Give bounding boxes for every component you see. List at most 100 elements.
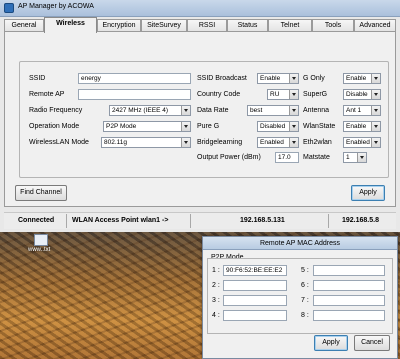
radio-frequency-label: Radio Frequency bbox=[29, 107, 83, 114]
desktop-file-label: www..txt bbox=[28, 247, 51, 253]
tab-bar: General Wireless Encryption SiteSurvey R… bbox=[4, 17, 400, 33]
superg-select[interactable]: Disable bbox=[343, 89, 381, 100]
output-power-label: Output Power (dBm) bbox=[197, 154, 261, 161]
antenna-value: Ant 1 bbox=[346, 107, 362, 114]
chevron-down-icon bbox=[289, 90, 298, 99]
superg-value: Disable bbox=[346, 91, 368, 98]
country-code-value: RU bbox=[270, 91, 280, 98]
dialog-cancel-button[interactable]: Cancel bbox=[354, 335, 390, 351]
mac-entry-label: 3 : bbox=[212, 297, 220, 304]
wlan-mode-value: 802.11g bbox=[104, 139, 128, 146]
dialog-apply-button[interactable]: Apply bbox=[314, 335, 348, 351]
antenna-select[interactable]: Ant 1 bbox=[343, 105, 381, 116]
status-separator bbox=[66, 214, 67, 228]
chevron-down-icon bbox=[181, 122, 190, 131]
antenna-label: Antenna bbox=[303, 107, 330, 114]
mac-entry-input[interactable] bbox=[313, 265, 385, 276]
matstate-value: 1 bbox=[346, 154, 350, 161]
g-only-label: G Only bbox=[303, 75, 325, 82]
remote-ap-input[interactable] bbox=[78, 89, 191, 100]
ssid-broadcast-label: SSID Broadcast bbox=[197, 75, 247, 82]
ssid-broadcast-select[interactable]: Enable bbox=[257, 73, 299, 84]
data-rate-label: Data Rate bbox=[197, 107, 229, 114]
chevron-down-icon bbox=[289, 138, 298, 147]
bridgelearning-label: Bridgelearning bbox=[197, 139, 243, 146]
window-title: AP Manager by ACOWA bbox=[18, 3, 94, 10]
dialog-title[interactable]: Remote AP MAC Address bbox=[203, 237, 397, 250]
ssid-label: SSID bbox=[29, 75, 46, 82]
mac-entry-input[interactable] bbox=[313, 310, 385, 321]
desktop-file-icon[interactable]: www..txt bbox=[28, 234, 58, 256]
mac-entry-input[interactable] bbox=[223, 310, 287, 321]
chevron-down-icon bbox=[371, 122, 380, 131]
operation-mode-label: Operation Mode bbox=[29, 123, 80, 130]
remote-ip-status: 192.168.5.8 bbox=[342, 217, 379, 224]
chevron-down-icon bbox=[371, 90, 380, 99]
title-bar[interactable]: AP Manager by ACOWA bbox=[0, 0, 400, 17]
mac-entry-label: 7 : bbox=[301, 297, 309, 304]
g-only-value: Enable bbox=[346, 75, 367, 82]
wlanstate-label: WlanState bbox=[303, 123, 336, 130]
pure-g-value: Disabled bbox=[260, 123, 286, 130]
data-rate-value: best bbox=[250, 107, 263, 114]
mac-entry-label: 5 : bbox=[301, 267, 309, 274]
app-icon bbox=[4, 3, 14, 13]
bridgelearning-value: Enabled bbox=[260, 139, 284, 146]
country-code-label: Country Code bbox=[197, 91, 241, 98]
mac-entry-input[interactable] bbox=[313, 280, 385, 291]
country-code-select[interactable]: RU bbox=[267, 89, 299, 100]
data-rate-select[interactable]: best bbox=[247, 105, 299, 116]
chevron-down-icon bbox=[289, 122, 298, 131]
status-separator bbox=[328, 214, 329, 228]
radio-frequency-select[interactable]: 2427 MHz (IEEE 4) bbox=[109, 105, 191, 116]
mac-entry-label: 4 : bbox=[212, 312, 220, 319]
local-ip-status: 192.168.5.131 bbox=[240, 217, 285, 224]
tab-wireless[interactable]: Wireless bbox=[44, 17, 97, 33]
chevron-down-icon bbox=[181, 106, 190, 115]
mac-entry-label: 8 : bbox=[301, 312, 309, 319]
operation-mode-select[interactable]: P2P Mode bbox=[103, 121, 191, 132]
chevron-down-icon bbox=[371, 74, 380, 83]
mac-entry-input[interactable] bbox=[223, 295, 287, 306]
g-only-select[interactable]: Enable bbox=[343, 73, 381, 84]
mac-entry-input[interactable] bbox=[223, 280, 287, 291]
find-channel-button[interactable]: Find Channel bbox=[15, 185, 67, 201]
pure-g-label: Pure G bbox=[197, 123, 220, 130]
chevron-down-icon bbox=[289, 74, 298, 83]
output-power-input[interactable]: 17.0 bbox=[275, 152, 299, 163]
remote-ap-mac-dialog: Remote AP MAC Address P2P Mode 1 : 90:F6… bbox=[202, 236, 398, 359]
status-separator bbox=[190, 214, 191, 228]
apply-button[interactable]: Apply bbox=[351, 185, 385, 201]
eth2wlan-value: Enabled bbox=[346, 139, 370, 146]
mac-entry-label: 2 : bbox=[212, 282, 220, 289]
mac-entry-input[interactable] bbox=[313, 295, 385, 306]
wireless-panel: SSID energy Remote AP Radio Frequency 24… bbox=[4, 31, 396, 207]
wlanstate-select[interactable]: Enable bbox=[343, 121, 381, 132]
chevron-down-icon bbox=[357, 153, 366, 162]
mac-entry-label: 1 : bbox=[212, 267, 220, 274]
radio-frequency-value: 2427 MHz (IEEE 4) bbox=[112, 107, 168, 114]
superg-label: SuperG bbox=[303, 91, 328, 98]
ssid-broadcast-value: Enable bbox=[260, 75, 281, 82]
wlan-mode-select[interactable]: 802.11g bbox=[101, 137, 191, 148]
remote-ap-label: Remote AP bbox=[29, 91, 65, 98]
mac-entry-label: 6 : bbox=[301, 282, 309, 289]
wlan-mode-label: WirelessLAN Mode bbox=[29, 139, 89, 146]
eth2wlan-select[interactable]: Enabled bbox=[343, 137, 381, 148]
matstate-label: Matstate bbox=[303, 154, 330, 161]
wlanstate-value: Enable bbox=[346, 123, 367, 130]
ap-manager-window: AP Manager by ACOWA General Wireless Enc… bbox=[0, 0, 400, 232]
chevron-down-icon bbox=[181, 138, 190, 147]
text-file-icon bbox=[34, 234, 48, 246]
eth2wlan-label: Eth2wlan bbox=[303, 139, 332, 146]
operation-mode-value: P2P Mode bbox=[106, 123, 137, 130]
wlan-mode-status: WLAN Access Point wlan1 -> bbox=[72, 217, 169, 224]
mac-entry-input[interactable]: 90:F6:52:BE:EE:E2 bbox=[223, 265, 287, 276]
bridgelearning-select[interactable]: Enabled bbox=[257, 137, 299, 148]
chevron-down-icon bbox=[371, 138, 380, 147]
pure-g-select[interactable]: Disabled bbox=[257, 121, 299, 132]
matstate-select[interactable]: 1 bbox=[343, 152, 367, 163]
connection-status: Connected bbox=[18, 217, 55, 224]
status-bar: Connected WLAN Access Point wlan1 -> 192… bbox=[4, 212, 396, 229]
ssid-input[interactable]: energy bbox=[78, 73, 191, 84]
